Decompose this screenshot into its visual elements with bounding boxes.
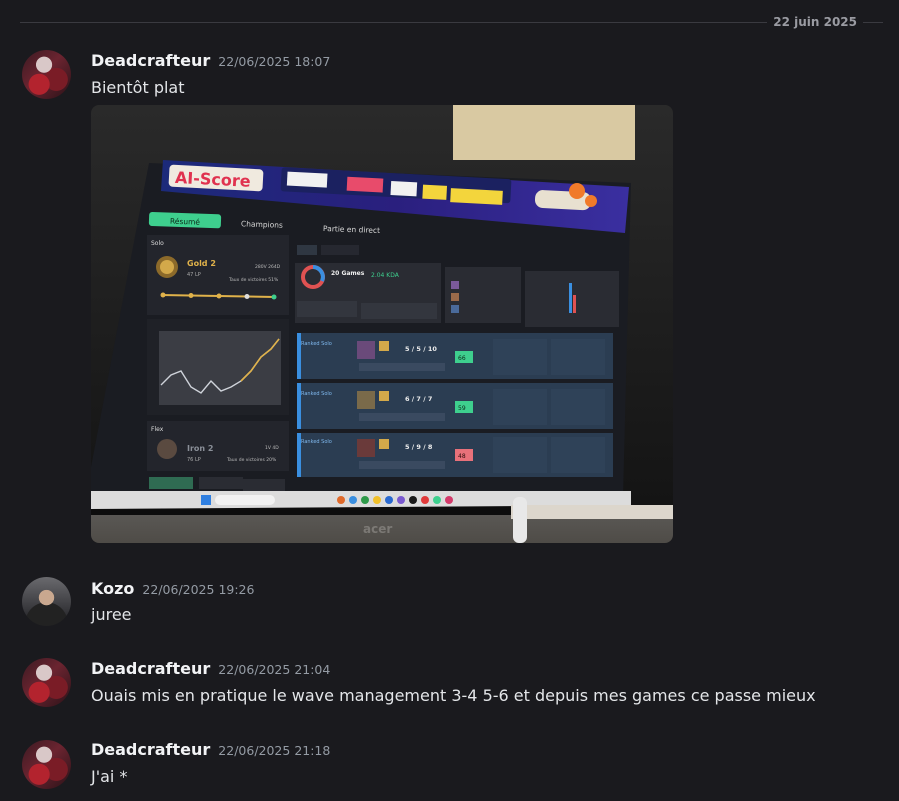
game-card-3: 5 / 9 / 8 Ranked Solo 48 xyxy=(297,433,613,477)
message-header: Deadcrafteur 22/06/2025 21:04 xyxy=(91,659,330,678)
avatar[interactable] xyxy=(22,658,71,707)
flex-rank: Iron 2 xyxy=(187,444,213,453)
timestamp: 22/06/2025 21:18 xyxy=(218,743,331,758)
game-1-score: 5 / 5 / 10 xyxy=(405,345,437,353)
summary-games: 20 Games xyxy=(331,270,365,277)
banner-title: AI-Score xyxy=(174,168,251,191)
tab-champions: Champions xyxy=(241,219,283,229)
avatar[interactable] xyxy=(22,577,71,626)
flex-label: Flex xyxy=(151,426,164,433)
avatar[interactable] xyxy=(22,50,71,99)
author-name[interactable]: Deadcrafteur xyxy=(91,51,210,70)
game-3-score: 5 / 9 / 8 xyxy=(405,443,433,451)
message-header: Deadcrafteur 22/06/2025 21:18 xyxy=(91,740,330,759)
flex-record: 1V 4D xyxy=(265,445,279,451)
solo-winrate: Taux de victoires 51% xyxy=(228,277,279,283)
solo-rank: Gold 2 xyxy=(187,259,216,268)
flex-winrate: Taux de victoires 20% xyxy=(226,457,277,463)
author-name[interactable]: Deadcrafteur xyxy=(91,659,210,678)
flex-lp: 76 LP xyxy=(187,457,201,463)
date-divider-line xyxy=(20,22,883,23)
summary-kda: 2.04 KDA xyxy=(371,272,400,279)
message-header: Kozo 22/06/2025 19:26 xyxy=(91,579,254,598)
timestamp: 22/06/2025 21:04 xyxy=(218,662,331,677)
game-2-ai-score: 59 xyxy=(458,405,466,412)
tab-resume: Résumé xyxy=(170,217,201,227)
game-2-mode: Ranked Solo xyxy=(301,391,332,397)
author-name[interactable]: Kozo xyxy=(91,579,134,598)
game-1-mode: Ranked Solo xyxy=(301,341,332,347)
game-3-ai-score: 48 xyxy=(458,453,466,460)
timestamp: 22/06/2025 18:07 xyxy=(218,54,331,69)
game-card-2: 6 / 7 / 7 Ranked Solo 59 xyxy=(297,383,613,429)
monitor-photo: AI-Score Résumé Champions Partie en dire… xyxy=(91,105,673,543)
game-1-ai-score: 66 xyxy=(458,355,466,362)
game-3-mode: Ranked Solo xyxy=(301,439,332,445)
game-card-1: 5 / 5 / 10 Ranked Solo 66 xyxy=(297,333,613,379)
solo-label: Solo xyxy=(151,240,164,247)
avatar[interactable] xyxy=(22,740,71,789)
message-text: juree xyxy=(91,605,132,624)
message-text: J'ai * xyxy=(91,767,128,786)
game-2-score: 6 / 7 / 7 xyxy=(405,395,432,403)
chat-view: 22 juin 2025 Deadcrafteur 22/06/2025 18:0… xyxy=(0,0,899,801)
image-attachment[interactable]: AI-Score Résumé Champions Partie en dire… xyxy=(91,105,673,543)
solo-lp: 47 LP xyxy=(187,272,201,278)
timestamp: 22/06/2025 19:26 xyxy=(142,582,255,597)
message-header: Deadcrafteur 22/06/2025 18:07 xyxy=(91,51,330,70)
date-divider: 22 juin 2025 xyxy=(767,14,863,30)
author-name[interactable]: Deadcrafteur xyxy=(91,740,210,759)
message-text: Bientôt plat xyxy=(91,78,185,97)
message-text: Ouais mis en pratique le wave management… xyxy=(91,686,816,705)
solo-record: 280V 264D xyxy=(255,264,281,270)
